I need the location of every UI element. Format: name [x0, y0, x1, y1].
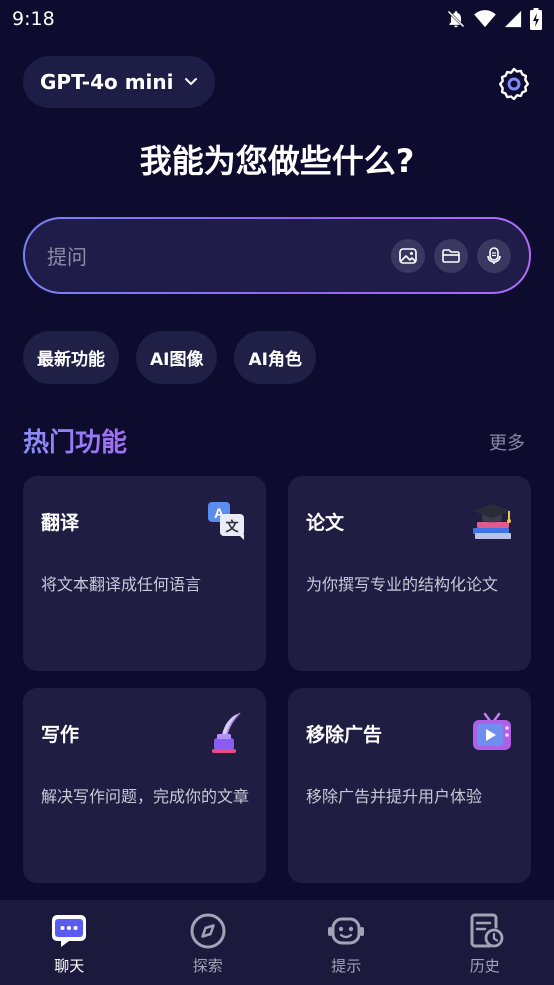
gear-icon	[499, 67, 529, 101]
signal-icon	[504, 10, 522, 28]
section-title: 热门功能	[23, 422, 127, 459]
chip-latest-features[interactable]: 最新功能	[23, 331, 119, 384]
model-label: GPT-4o mini	[40, 70, 174, 94]
compass-icon	[190, 913, 226, 949]
quick-chips: 最新功能 AI图像 AI角色	[23, 331, 316, 384]
voice-input-button[interactable]	[477, 238, 511, 273]
file-upload-button[interactable]	[434, 238, 468, 273]
image-upload-button[interactable]	[391, 238, 425, 273]
translate-icon: A 文	[204, 498, 250, 544]
status-bar: 9:18	[0, 0, 554, 38]
svg-text:文: 文	[225, 519, 239, 535]
graduation-cap-icon	[469, 498, 515, 544]
card-description: 为你撰写专业的结构化论文	[306, 575, 499, 594]
feature-card-remove-ads[interactable]: 移除广告 移除广告并提升用户体验	[288, 688, 531, 883]
settings-button[interactable]	[496, 66, 532, 102]
nav-item-prompts[interactable]: 提示	[277, 900, 416, 985]
card-title: 论文	[306, 512, 345, 534]
card-description: 移除广告并提升用户体验	[306, 787, 483, 806]
tv-icon	[469, 710, 515, 756]
microphone-icon	[487, 246, 501, 264]
nav-item-history[interactable]: 历史	[416, 900, 554, 985]
status-time: 9:18	[12, 8, 55, 30]
card-description: 将文本翻译成任何语言	[41, 575, 202, 594]
status-icons	[446, 8, 542, 30]
prompt-input-box[interactable]: 提问	[23, 217, 531, 294]
history-icon	[470, 913, 504, 948]
prompt-input[interactable]: 提问	[47, 241, 391, 270]
folder-icon	[442, 248, 460, 263]
feature-card-essay[interactable]: 论文 为你撰写专业的结构化论文	[288, 476, 531, 671]
card-title: 写作	[41, 724, 80, 746]
nav-item-chat[interactable]: 聊天	[0, 900, 139, 985]
chevron-down-icon	[184, 77, 198, 87]
nav-item-explore[interactable]: 探索	[139, 900, 278, 985]
bottom-nav: 聊天 探索 提示 历史	[0, 900, 554, 985]
robot-icon	[328, 917, 365, 945]
more-link[interactable]: 更多	[489, 429, 525, 455]
nav-label: 提示	[331, 957, 362, 975]
chat-icon	[52, 915, 87, 947]
model-selector[interactable]: GPT-4o mini	[23, 56, 215, 108]
chip-ai-character[interactable]: AI角色	[234, 331, 316, 384]
feature-card-translate[interactable]: 翻译 A 文 将文本翻译成任何语言	[23, 476, 266, 671]
nav-label: 聊天	[54, 957, 85, 975]
feature-card-writing[interactable]: 写作 解决写作问题，完成你的文章	[23, 688, 266, 883]
battery-charging-icon	[530, 8, 542, 30]
card-description: 解决写作问题，完成你的文章	[41, 787, 250, 806]
wifi-icon	[474, 10, 496, 28]
nav-label: 探索	[192, 957, 223, 975]
chip-ai-image[interactable]: AI图像	[136, 331, 218, 384]
page-title: 我能为您做些什么?	[139, 142, 415, 180]
card-title: 翻译	[41, 512, 80, 534]
card-title: 移除广告	[306, 724, 383, 746]
image-icon	[399, 247, 417, 264]
notifications-off-icon	[447, 10, 465, 28]
quill-icon	[204, 710, 250, 756]
nav-label: 历史	[469, 957, 500, 975]
